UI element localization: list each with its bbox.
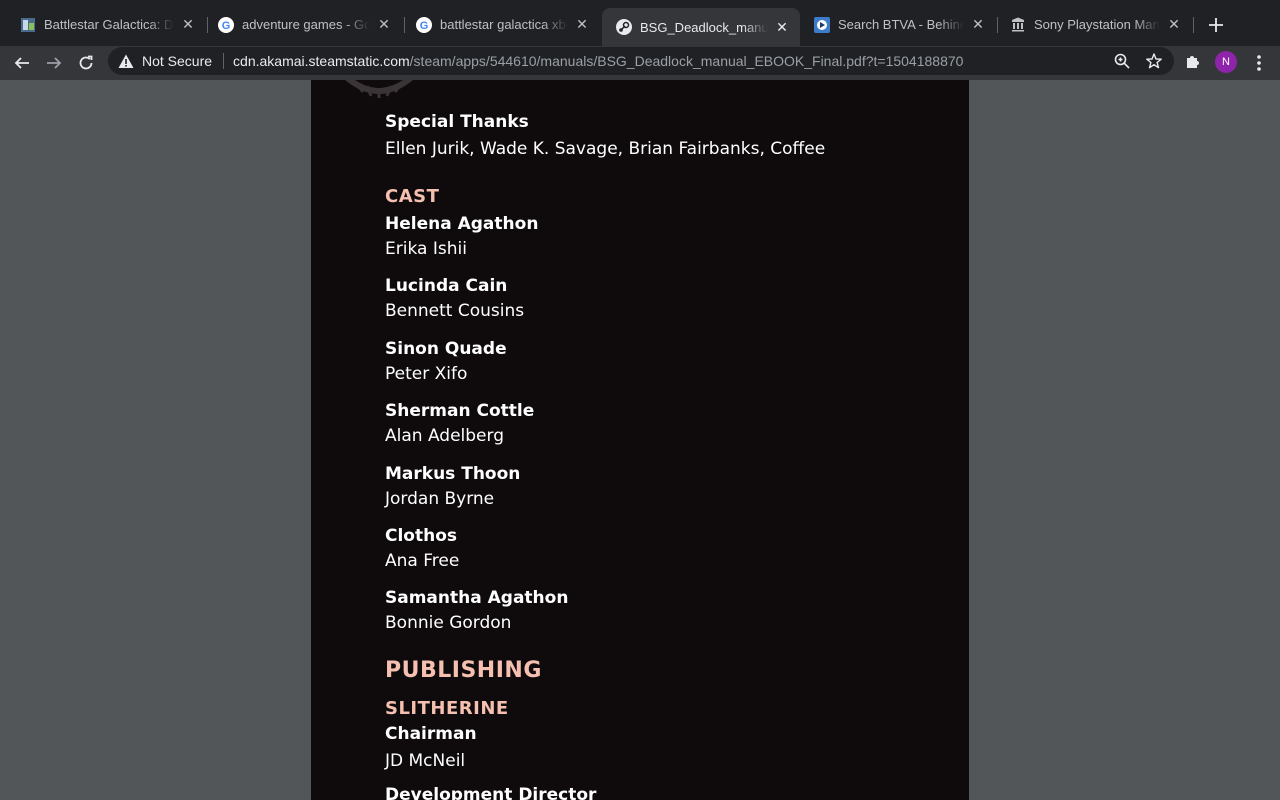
extensions-puzzle-icon[interactable] <box>1184 52 1202 70</box>
tab-battlestar-xbox[interactable]: G battlestar galactica xbo ✕ <box>402 8 600 41</box>
reload-icon <box>79 55 93 70</box>
url-host: cdn.akamai.steamstatic.com <box>233 53 410 69</box>
url-path: /steam/apps/544610/manuals/BSG_Deadlock_… <box>409 53 964 69</box>
cast-actor: Bennett Cousins <box>385 301 525 321</box>
steam-icon <box>616 19 632 35</box>
svg-text:G: G <box>222 20 231 32</box>
cast-heading: CAST <box>385 186 440 207</box>
chairman-label: Chairman <box>385 724 477 744</box>
cast-role: Sherman Cottle <box>385 401 535 421</box>
tab-battlestar-deadlock[interactable]: Battlestar Galactica: De ✕ <box>6 8 206 41</box>
close-icon[interactable]: ✕ <box>970 16 986 33</box>
publishing-heading: PUBLISHING <box>385 658 542 683</box>
back-button[interactable] <box>8 49 36 77</box>
cast-role: Lucinda Cain <box>385 276 508 296</box>
close-icon[interactable]: ✕ <box>774 19 790 35</box>
bsg-favicon-icon <box>20 17 36 33</box>
tab-title: battlestar galactica xbo <box>440 17 568 32</box>
btva-icon <box>814 16 830 33</box>
close-icon[interactable]: ✕ <box>376 16 392 33</box>
tab-title: BSG_Deadlock_manual_ <box>640 19 768 35</box>
arrow-left-icon <box>14 57 29 69</box>
special-thanks-label: Special Thanks <box>385 112 529 132</box>
svg-text:G: G <box>420 20 429 32</box>
profile-avatar[interactable]: N <box>1215 51 1237 73</box>
close-icon[interactable]: ✕ <box>1166 16 1182 33</box>
cast-role: Helena Agathon <box>385 214 539 234</box>
address-bar[interactable]: Not Secure cdn.akamai.steamstatic.com/st… <box>108 47 1174 75</box>
cast-actor: Peter Xifo <box>385 364 468 384</box>
warning-icon[interactable] <box>118 53 134 69</box>
cast-actor: Erika Ishii <box>385 239 467 259</box>
publisher-heading: SLITHERINE <box>385 698 509 719</box>
browser-toolbar: Not Secure cdn.akamai.steamstatic.com/st… <box>0 46 1280 80</box>
zoom-icon[interactable] <box>1113 52 1131 70</box>
forward-button[interactable] <box>40 49 68 77</box>
google-icon: G <box>218 16 234 33</box>
cast-actor: Ana Free <box>385 551 460 571</box>
tab-separator <box>1193 17 1194 33</box>
tab-search-btva[interactable]: Search BTVA - Behind ✕ <box>800 8 996 41</box>
tab-title: adventure games - Goo <box>242 17 370 32</box>
cast-actor: Jordan Byrne <box>385 489 495 509</box>
archive-icon <box>1010 17 1026 33</box>
cast-role: Clothos <box>385 526 458 546</box>
cast-role: Samantha Agathon <box>385 588 569 608</box>
new-tab-button[interactable] <box>1204 13 1228 37</box>
tab-bsg-manual[interactable]: BSG_Deadlock_manual_ ✕ <box>602 8 800 46</box>
tab-sony-playstation[interactable]: Sony Playstation Manu ✕ <box>996 8 1192 41</box>
chairman-name: JD McNeil <box>385 751 466 771</box>
tab-strip: Battlestar Galactica: De ✕ G adventure g… <box>0 0 1280 46</box>
bookmark-star-icon[interactable] <box>1145 52 1163 70</box>
cast-role: Sinon Quade <box>385 339 507 359</box>
development-director-label: Development Director <box>385 785 597 800</box>
security-label[interactable]: Not Secure <box>142 53 212 69</box>
plus-icon <box>1209 18 1223 32</box>
cast-actor: Alan Adelberg <box>385 426 504 446</box>
arrow-right-icon <box>47 57 62 69</box>
cast-role: Markus Thoon <box>385 464 521 484</box>
close-icon[interactable]: ✕ <box>180 16 196 33</box>
omnibox-divider <box>223 53 225 69</box>
tab-title: Search BTVA - Behind <box>838 17 964 32</box>
special-thanks-names: Ellen Jurik, Wade K. Savage, Brian Fairb… <box>385 139 826 159</box>
reload-button[interactable] <box>72 49 100 77</box>
tab-title: Sony Playstation Manu <box>1034 17 1160 32</box>
cast-actor: Bonnie Gordon <box>385 613 512 633</box>
google-icon: G <box>416 16 432 33</box>
url-text[interactable]: cdn.akamai.steamstatic.com/steam/apps/54… <box>233 53 963 69</box>
close-icon[interactable]: ✕ <box>574 16 590 33</box>
tab-title: Battlestar Galactica: De <box>44 17 174 32</box>
more-menu-icon[interactable] <box>1250 49 1268 77</box>
pdf-viewer[interactable] <box>0 80 1280 800</box>
tab-adventure-games[interactable]: G adventure games - Goo ✕ <box>204 8 402 41</box>
emblem-icon <box>345 80 413 98</box>
